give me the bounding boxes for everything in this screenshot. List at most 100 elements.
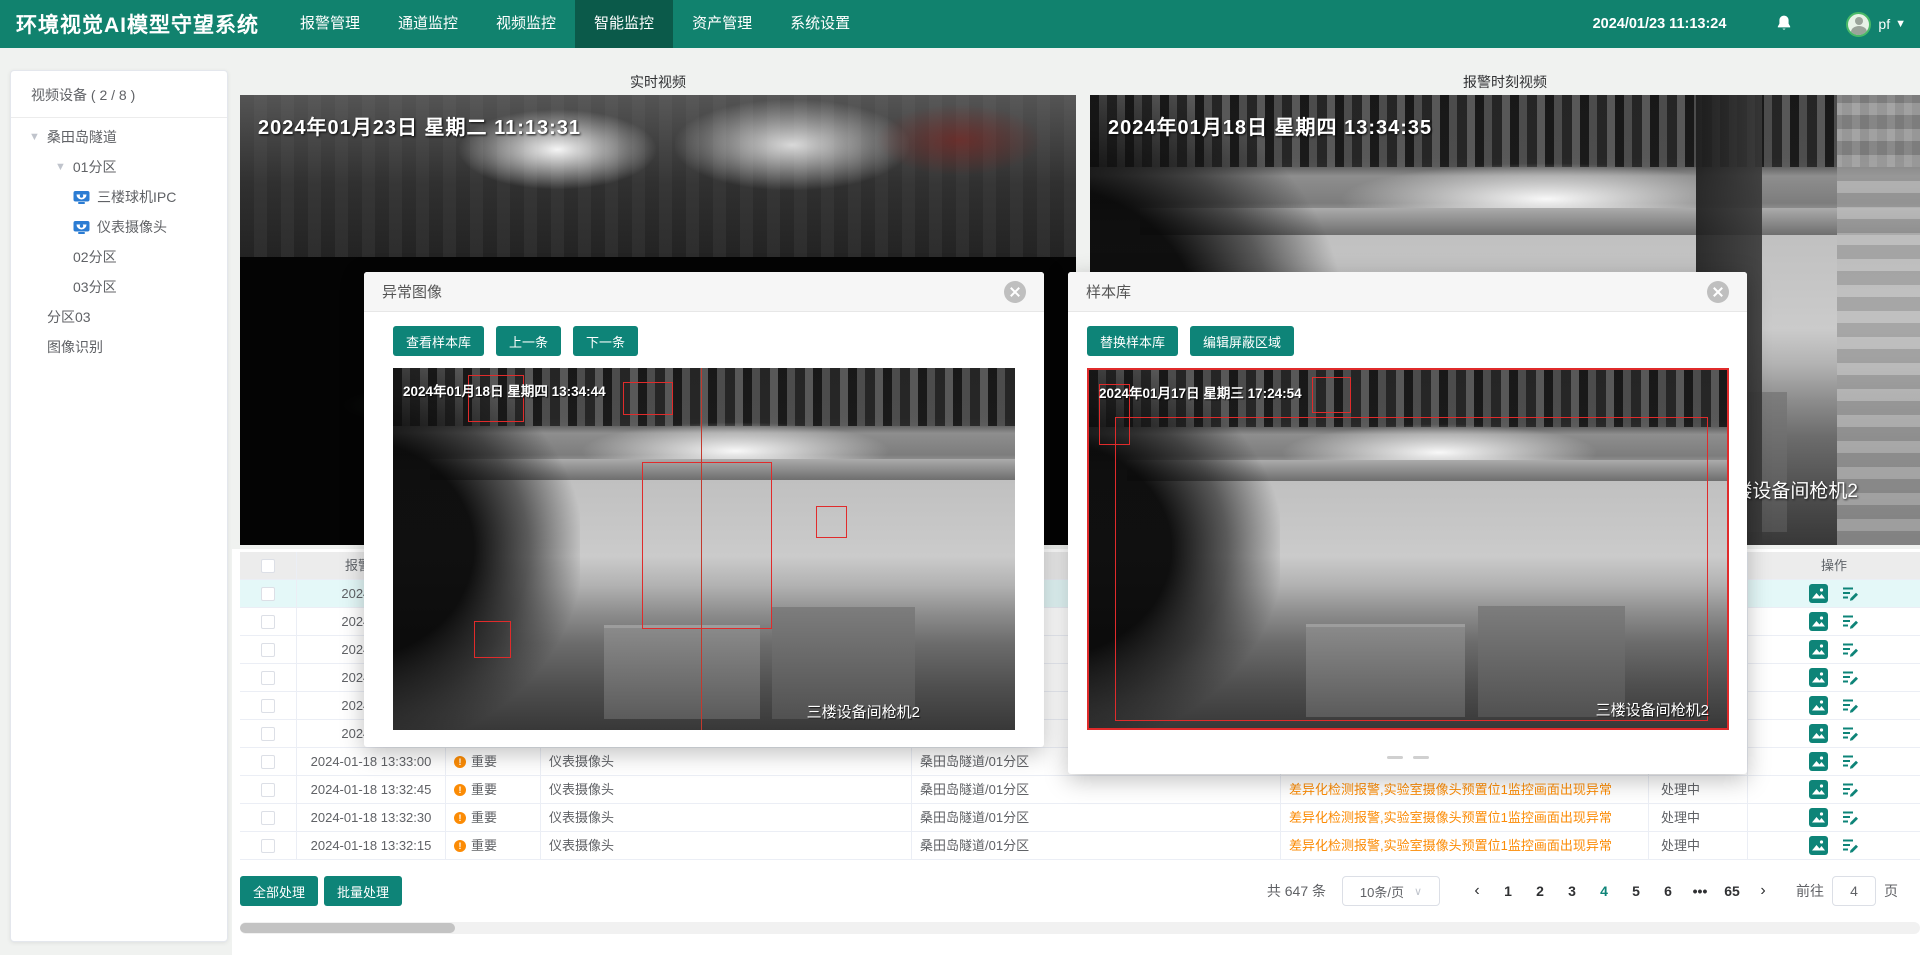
nav-video-monitor[interactable]: 视频监控 [477, 0, 575, 48]
cell-status: 处理中 [1649, 776, 1748, 803]
row-checkbox[interactable] [261, 587, 275, 601]
row-checkbox[interactable] [261, 615, 275, 629]
row-checkbox[interactable] [261, 839, 275, 853]
device-tree: ▼ 桑田岛隧道 ▼ 01分区 三楼球机IPC 仪表摄像头 02分区 03分区 分… [11, 118, 227, 362]
goto-page-input[interactable] [1832, 876, 1876, 906]
image-icon[interactable] [1809, 836, 1828, 855]
image-icon[interactable] [1809, 752, 1828, 771]
carousel-indicators [1068, 756, 1747, 759]
tree-node-zone03[interactable]: 03分区 [11, 272, 227, 302]
edit-note-icon[interactable] [1840, 668, 1859, 687]
row-checkbox[interactable] [261, 811, 275, 825]
bell-icon[interactable] [1774, 13, 1794, 35]
cell-alarm-time: 2024-01-18 13:32:30 [297, 804, 446, 831]
scrollbar-thumb[interactable] [240, 923, 455, 933]
next-page-button[interactable]: › [1748, 882, 1778, 900]
sample-snapshot: 2024年01月17日 星期三 17:24:54 三楼设备间枪机2 [1087, 368, 1729, 730]
image-icon[interactable] [1809, 724, 1828, 743]
nav-alarm-management[interactable]: 报警管理 [281, 0, 379, 48]
close-icon[interactable] [1004, 281, 1026, 303]
page-4-active[interactable]: 4 [1588, 883, 1620, 899]
edit-note-icon[interactable] [1840, 640, 1859, 659]
tree-node-tunnel[interactable]: ▼ 桑田岛隧道 [11, 122, 227, 152]
select-all-checkbox[interactable] [261, 559, 275, 573]
cell-ops [1748, 692, 1920, 719]
row-checkbox[interactable] [261, 727, 275, 741]
device-sidebar: 视频设备 ( 2 / 8 ) ▼ 桑田岛隧道 ▼ 01分区 三楼球机IPC 仪表… [10, 70, 228, 942]
row-checkbox[interactable] [261, 699, 275, 713]
image-icon[interactable] [1809, 808, 1828, 827]
annotation-box [1312, 377, 1350, 413]
next-item-button[interactable]: 下一条 [573, 326, 638, 356]
cell-status: 处理中 [1649, 804, 1748, 831]
row-checkbox[interactable] [261, 643, 275, 657]
image-icon[interactable] [1809, 584, 1828, 603]
edit-note-icon[interactable] [1840, 836, 1859, 855]
carousel-dot[interactable] [1413, 756, 1429, 759]
cell-location: 桑田岛隧道/01分区 [912, 776, 1281, 803]
tree-node-image-recognition[interactable]: 图像识别 [11, 332, 227, 362]
carousel-dot[interactable] [1387, 756, 1403, 759]
replace-sample-button[interactable]: 替换样本库 [1087, 326, 1178, 356]
page-ellipsis[interactable]: ••• [1684, 883, 1716, 899]
close-icon[interactable] [1707, 281, 1729, 303]
page-5[interactable]: 5 [1620, 883, 1652, 899]
caret-down-icon: ▼ [55, 161, 66, 173]
image-icon[interactable] [1809, 696, 1828, 715]
tree-node-partition03[interactable]: 分区03 [11, 302, 227, 332]
page-65[interactable]: 65 [1716, 883, 1748, 899]
tree-node-camera-gauge[interactable]: 仪表摄像头 [11, 212, 227, 242]
row-checkbox[interactable] [261, 783, 275, 797]
page-size-select[interactable]: 10条/页 ∨ [1342, 876, 1440, 906]
nav-system-settings[interactable]: 系统设置 [771, 0, 869, 48]
row-checkbox[interactable] [261, 755, 275, 769]
table-row: 2024-01-18 13:32:45 重要 仪表摄像头 桑田岛隧道/01分区 … [240, 776, 1920, 804]
cell-camera: 仪表摄像头 [541, 832, 912, 859]
goto-unit: 页 [1884, 881, 1898, 901]
row-checkbox[interactable] [261, 671, 275, 685]
header-right: 2024/01/23 11:13:24 pf ▼ [1593, 12, 1906, 37]
edit-note-icon[interactable] [1840, 724, 1859, 743]
edit-mask-area-button[interactable]: 编辑屏蔽区域 [1190, 326, 1294, 356]
page-1[interactable]: 1 [1492, 883, 1524, 899]
cell-level: 重要 [446, 804, 541, 831]
dome-camera-icon [73, 220, 90, 235]
edit-note-icon[interactable] [1840, 780, 1859, 799]
page-3[interactable]: 3 [1556, 883, 1588, 899]
tree-node-camera-ipc[interactable]: 三楼球机IPC [11, 182, 227, 212]
nav-channel-monitor[interactable]: 通道监控 [379, 0, 477, 48]
app-title: 环境视觉AI模型守望系统 [16, 9, 259, 39]
image-icon[interactable] [1809, 780, 1828, 799]
process-all-button[interactable]: 全部处理 [240, 876, 318, 906]
live-video-title: 实时视频 [240, 72, 1076, 92]
edit-note-icon[interactable] [1840, 612, 1859, 631]
tree-node-zone02[interactable]: 02分区 [11, 242, 227, 272]
prev-page-button[interactable]: ‹ [1462, 882, 1492, 900]
user-menu[interactable]: pf ▼ [1846, 12, 1906, 37]
tree-node-zone01[interactable]: ▼ 01分区 [11, 152, 227, 182]
edit-note-icon[interactable] [1840, 752, 1859, 771]
view-sample-library-button[interactable]: 查看样本库 [393, 326, 484, 356]
cell-camera: 仪表摄像头 [541, 804, 912, 831]
nav-smart-monitor[interactable]: 智能监控 [575, 0, 673, 48]
previous-item-button[interactable]: 上一条 [496, 326, 561, 356]
annotation-box [642, 462, 773, 629]
table-row: 2024-01-18 13:32:30 重要 仪表摄像头 桑田岛隧道/01分区 … [240, 804, 1920, 832]
page-6[interactable]: 6 [1652, 883, 1684, 899]
edit-note-icon[interactable] [1840, 584, 1859, 603]
cell-ops [1748, 832, 1920, 859]
sidebar-title: 视频设备 ( 2 / 8 ) [11, 71, 227, 118]
process-batch-button[interactable]: 批量处理 [324, 876, 402, 906]
cell-content: 差异化检测报警,实验室摄像头预置位1监控画面出现异常 [1281, 804, 1649, 831]
cell-alarm-time: 2024-01-18 13:33:00 [297, 748, 446, 775]
nav-asset-management[interactable]: 资产管理 [673, 0, 771, 48]
goto-label: 前往 [1796, 881, 1824, 901]
page-2[interactable]: 2 [1524, 883, 1556, 899]
chevron-down-icon: ∨ [1414, 885, 1422, 898]
edit-note-icon[interactable] [1840, 696, 1859, 715]
image-icon[interactable] [1809, 640, 1828, 659]
edit-note-icon[interactable] [1840, 808, 1859, 827]
image-icon[interactable] [1809, 612, 1828, 631]
image-icon[interactable] [1809, 668, 1828, 687]
table-row: 2024-01-18 13:32:15 重要 仪表摄像头 桑田岛隧道/01分区 … [240, 832, 1920, 860]
